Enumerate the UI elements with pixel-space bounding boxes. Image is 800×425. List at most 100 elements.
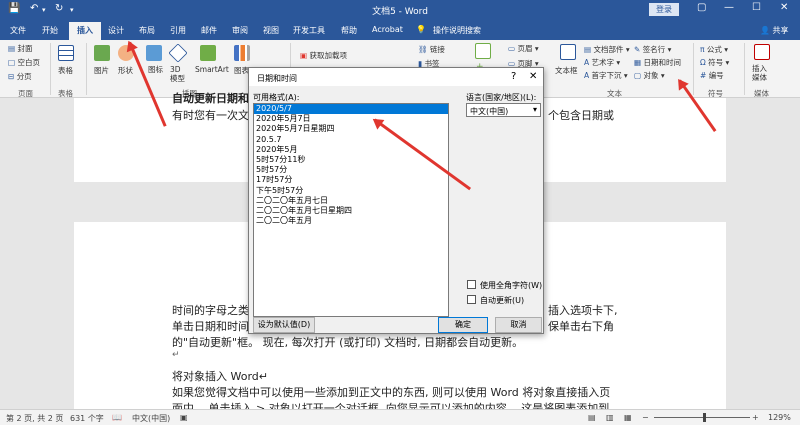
smartart-button[interactable]: SmartArt xyxy=(195,65,229,74)
read-mode-icon[interactable]: ▤ xyxy=(588,413,596,422)
macro-icon[interactable]: ▣ xyxy=(180,413,188,422)
auto-update-checkbox[interactable] xyxy=(467,295,476,304)
page-break-button[interactable]: ⊟ 分页 xyxy=(8,71,32,82)
format-option[interactable]: 2020年5月7日星期四 xyxy=(254,124,448,134)
web-layout-icon[interactable]: ▦ xyxy=(624,413,632,422)
format-option[interactable]: 二〇二〇年五月七日星期四 xyxy=(254,206,448,216)
tab-references[interactable]: 引用 xyxy=(170,25,186,36)
formats-label: 可用格式(A): xyxy=(253,93,300,102)
format-option[interactable]: 5时57分11秒 xyxy=(254,155,448,165)
minimize-button[interactable]: — xyxy=(724,2,734,13)
zoom-in-button[interactable]: + xyxy=(752,413,759,422)
language-select[interactable]: 中文(中国) ▾ xyxy=(466,103,541,117)
number-icon: # xyxy=(700,71,707,80)
set-default-button[interactable]: 设为默认值(D) xyxy=(253,317,315,333)
table-icon xyxy=(58,45,74,61)
ok-button[interactable]: 确定 xyxy=(438,317,488,333)
language-status[interactable]: 中文(中国) xyxy=(132,413,170,424)
share-button[interactable]: 👤 共享 xyxy=(760,25,789,36)
docparts-icon: ▤ xyxy=(584,45,592,54)
zoom-level[interactable]: 129% xyxy=(768,413,791,422)
close-button[interactable]: ✕ xyxy=(780,2,788,13)
3d-models-button[interactable]: 3D 模型 xyxy=(170,65,190,83)
zoom-slider[interactable] xyxy=(654,417,750,418)
header-icon: ▭ xyxy=(508,44,516,53)
textbox-button[interactable]: 文本框 xyxy=(555,65,578,76)
header-button[interactable]: ▭ 页眉 ▾ xyxy=(508,43,539,54)
3d-model-icon xyxy=(168,43,188,63)
insert-media-button[interactable]: 插入媒体 xyxy=(752,64,772,82)
store-icon: ▣ xyxy=(300,51,308,60)
page-count[interactable]: 第 2 页, 共 2 页 xyxy=(6,413,63,424)
tab-design[interactable]: 设计 xyxy=(108,25,124,36)
tab-acrobat[interactable]: Acrobat xyxy=(372,25,403,34)
chart-button[interactable]: 图表 xyxy=(234,65,249,76)
zoom-out-button[interactable]: − xyxy=(642,413,649,422)
proofing-icon[interactable]: 📖 xyxy=(112,413,122,422)
fullwidth-checkbox[interactable] xyxy=(467,280,476,289)
media-icon xyxy=(754,44,770,60)
doc-line: 的"自动更新"框。 现在, 每次打开 (或打印) 文档时, 日期都会自动更新。 xyxy=(172,336,524,349)
cover-page-button[interactable]: ▤ 封面 xyxy=(8,43,32,54)
dropcap-button[interactable]: A 首字下沉 ▾ xyxy=(584,70,628,81)
signature-line-button[interactable]: ✎ 签名行 ▾ xyxy=(634,44,671,55)
dialog-help-button[interactable]: ? xyxy=(511,71,516,82)
format-option[interactable]: 二〇二〇年五月七日 xyxy=(254,196,448,206)
tell-me-search[interactable]: 操作说明搜索 xyxy=(433,25,481,36)
signature-icon: ✎ xyxy=(634,45,641,54)
cancel-button[interactable]: 取消 xyxy=(495,317,542,333)
tab-developer[interactable]: 开发工具 xyxy=(293,25,325,36)
comment-icon xyxy=(475,43,491,59)
doc-line: 单击日期和时间 xyxy=(172,320,249,333)
word-count[interactable]: 631 个字 xyxy=(70,413,104,424)
zoom-slider-thumb[interactable] xyxy=(703,413,706,422)
maximize-button[interactable]: ☐ xyxy=(752,2,761,13)
format-option[interactable]: 20.5.7 xyxy=(254,135,448,145)
tab-mailings[interactable]: 邮件 xyxy=(201,25,217,36)
formats-listbox[interactable]: 2020/5/7 2020年5月7日 2020年5月7日星期四 20.5.7 2020年… xyxy=(253,103,449,317)
tab-insert[interactable]: 插入 xyxy=(69,22,101,40)
tab-layout[interactable]: 布局 xyxy=(139,25,155,36)
format-option[interactable]: 17时57分 xyxy=(254,175,448,185)
table-button[interactable]: 表格 xyxy=(58,65,73,76)
link-icon: ⛓ xyxy=(418,45,428,54)
ribbon-display-icon[interactable]: ▢ xyxy=(697,2,706,13)
pictures-button[interactable]: 图片 xyxy=(94,65,109,76)
tab-view[interactable]: 视图 xyxy=(263,25,279,36)
paragraph-mark: ↵ xyxy=(172,350,180,360)
tab-file[interactable]: 文件 xyxy=(10,25,26,36)
wordart-button[interactable]: A 艺术字 ▾ xyxy=(584,57,620,68)
equation-button[interactable]: π 公式 ▾ xyxy=(700,44,728,55)
format-option[interactable]: 下午5时57分 xyxy=(254,186,448,196)
format-option[interactable]: 5时57分 xyxy=(254,165,448,175)
shapes-button[interactable]: 形状 xyxy=(118,65,133,76)
symbol-button[interactable]: Ω 符号 ▾ xyxy=(700,57,729,68)
pi-icon: π xyxy=(700,45,705,54)
format-option[interactable]: 2020年5月7日 xyxy=(254,114,448,124)
wordart-icon: A xyxy=(584,58,590,67)
icons-button[interactable]: 图标 xyxy=(148,65,163,75)
dialog-title: 日期和时间 xyxy=(257,74,297,83)
tab-help[interactable]: 帮助 xyxy=(341,25,357,36)
number-button[interactable]: # 编号 xyxy=(700,70,724,81)
get-addins-button[interactable]: ▣ 获取加载项 xyxy=(300,50,347,61)
date-time-button[interactable]: ▦ 日期和时间 xyxy=(634,57,681,68)
docparts-button[interactable]: ▤ 文档部件 ▾ xyxy=(584,44,630,55)
doc-line: 将对象插入 Word↵ xyxy=(172,370,268,383)
blank-page-button[interactable]: □ 空白页 xyxy=(8,57,40,68)
format-option[interactable]: 2020/5/7 xyxy=(254,104,448,115)
link-button[interactable]: ⛓ 链接 xyxy=(418,44,445,55)
window-title: 文档5 - Word xyxy=(372,7,428,17)
object-button[interactable]: ▢ 对象 ▾ xyxy=(634,70,665,81)
dialog-close-button[interactable]: ✕ xyxy=(529,71,537,82)
tab-review[interactable]: 审阅 xyxy=(232,25,248,36)
chevron-down-icon: ▾ xyxy=(532,105,537,114)
share-label: 共享 xyxy=(772,26,789,35)
login-button[interactable]: 登录 xyxy=(649,3,679,16)
picture-icon xyxy=(94,45,110,61)
textbox-icon xyxy=(560,44,576,60)
doc-line: 有时您有一次文 xyxy=(172,109,249,122)
tab-start[interactable]: 开始 xyxy=(42,25,58,36)
print-layout-icon[interactable]: ▥ xyxy=(606,413,614,422)
format-option[interactable]: 二〇二〇年五月 xyxy=(254,216,448,226)
